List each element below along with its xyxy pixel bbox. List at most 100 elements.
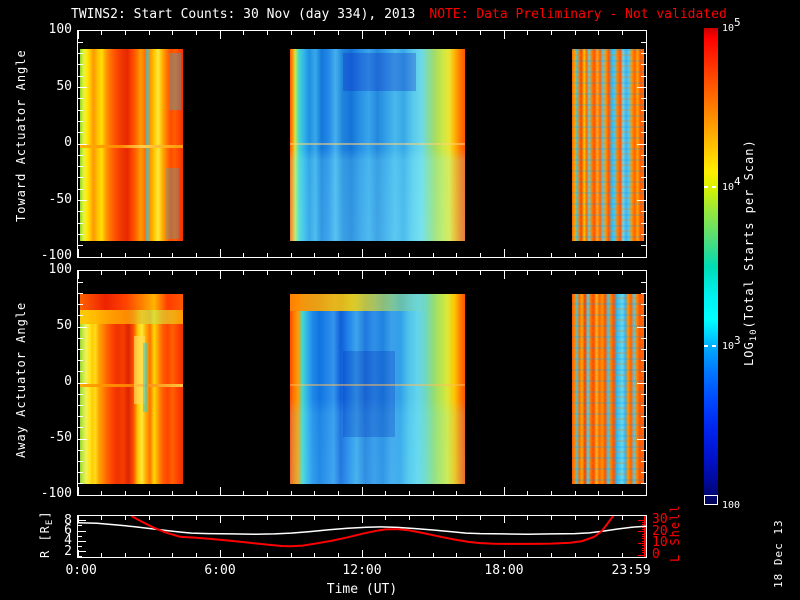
orbit-line-panel bbox=[77, 515, 647, 558]
y-tick bbox=[78, 132, 83, 134]
y-tick bbox=[641, 188, 646, 190]
y-tick bbox=[78, 460, 83, 462]
y-tick bbox=[641, 53, 646, 55]
x-tick bbox=[172, 491, 174, 495]
x-tick bbox=[456, 271, 458, 275]
x-tick bbox=[527, 491, 529, 495]
colorbar-end-box bbox=[704, 495, 718, 505]
x-tick bbox=[243, 271, 245, 275]
y-tick bbox=[641, 483, 646, 485]
y-tick bbox=[637, 326, 646, 328]
heatmap-segment bbox=[290, 49, 466, 241]
y-tick bbox=[641, 416, 646, 418]
x-tick bbox=[598, 253, 600, 257]
x-tick bbox=[645, 487, 646, 495]
y-tick bbox=[78, 53, 83, 55]
y-tick bbox=[641, 472, 646, 474]
y-tick-label: -100 bbox=[40, 248, 72, 263]
x-tick bbox=[621, 491, 623, 495]
r-tick-label: 8 bbox=[64, 512, 72, 528]
heatmap-feature bbox=[290, 143, 466, 146]
x-tick bbox=[408, 271, 410, 275]
x-tick-label: 18:00 bbox=[484, 563, 524, 578]
x-tick bbox=[574, 271, 576, 275]
x-tick bbox=[314, 491, 316, 495]
y-tick bbox=[641, 404, 646, 406]
x-tick bbox=[550, 31, 552, 35]
y-tick bbox=[78, 233, 83, 235]
y-tick-label: -100 bbox=[40, 486, 72, 501]
colorbar-tick-base: 10 bbox=[722, 23, 735, 34]
x-tick bbox=[408, 253, 410, 257]
colorbar-tick-label: 100 bbox=[722, 497, 740, 513]
x-tick bbox=[148, 253, 150, 257]
x-tick bbox=[527, 253, 529, 257]
y-tick bbox=[78, 404, 83, 406]
heatmap-feature bbox=[572, 49, 644, 241]
y-tick bbox=[641, 315, 646, 317]
y-tick bbox=[641, 427, 646, 429]
y-tick bbox=[78, 315, 83, 317]
y-tick bbox=[78, 326, 87, 328]
x-tick bbox=[432, 491, 434, 495]
y-tick bbox=[641, 233, 646, 235]
x-tick bbox=[219, 31, 221, 39]
x-tick bbox=[598, 491, 600, 495]
x-tick bbox=[101, 491, 103, 495]
x-tick bbox=[598, 31, 600, 35]
x-tick bbox=[337, 31, 339, 35]
x-tick bbox=[361, 249, 363, 257]
heatmap-feature bbox=[80, 145, 183, 148]
x-tick bbox=[266, 31, 268, 35]
colorbar-title: LOG10(Total Starts per Scan) bbox=[742, 139, 759, 366]
y-tick bbox=[641, 98, 646, 100]
y-tick bbox=[78, 120, 83, 122]
x-tick bbox=[432, 271, 434, 275]
x-tick bbox=[503, 271, 505, 279]
x-tick-label: 6:00 bbox=[204, 563, 236, 578]
y-tick bbox=[78, 281, 83, 283]
y-tick bbox=[78, 348, 83, 350]
y-tick bbox=[641, 360, 646, 362]
x-tick bbox=[148, 31, 150, 35]
y-tick bbox=[78, 109, 83, 111]
heatmap-feature bbox=[80, 310, 183, 325]
x-tick bbox=[456, 31, 458, 35]
x-tick bbox=[78, 271, 79, 279]
x-tick bbox=[78, 31, 79, 39]
x-tick bbox=[172, 271, 174, 275]
x-tick-label: 12:00 bbox=[342, 563, 382, 578]
colorbar-dash bbox=[704, 345, 718, 348]
x-tick bbox=[574, 253, 576, 257]
y-tick bbox=[641, 154, 646, 156]
y-tick bbox=[641, 337, 646, 339]
y-tick bbox=[78, 416, 83, 418]
x-tick bbox=[101, 31, 103, 35]
heatmap-feature bbox=[169, 52, 182, 111]
y-tick bbox=[641, 281, 646, 283]
x-tick bbox=[361, 271, 363, 279]
x-tick bbox=[314, 271, 316, 275]
y-tick bbox=[78, 177, 83, 179]
y-tick bbox=[78, 449, 83, 451]
orbit-lines bbox=[78, 516, 646, 548]
x-tick bbox=[195, 491, 197, 495]
y-tick-label: 0 bbox=[64, 374, 72, 389]
y-tick bbox=[637, 438, 646, 440]
y-tick-label: 0 bbox=[64, 135, 72, 150]
x-tick bbox=[385, 31, 387, 35]
y-tick bbox=[78, 87, 87, 88]
y-tick bbox=[78, 64, 83, 66]
x-tick bbox=[479, 31, 481, 35]
y-tick bbox=[641, 75, 646, 77]
x-tick bbox=[574, 31, 576, 35]
x-tick bbox=[243, 31, 245, 35]
x-tick bbox=[219, 271, 221, 279]
y-tick bbox=[78, 382, 87, 384]
x-tick bbox=[78, 487, 79, 495]
datestamp: 18 Dec 13 bbox=[772, 519, 785, 588]
x-tick bbox=[527, 271, 529, 275]
x-tick bbox=[385, 491, 387, 495]
colorbar-dash bbox=[704, 185, 718, 188]
y-tick bbox=[78, 154, 83, 156]
